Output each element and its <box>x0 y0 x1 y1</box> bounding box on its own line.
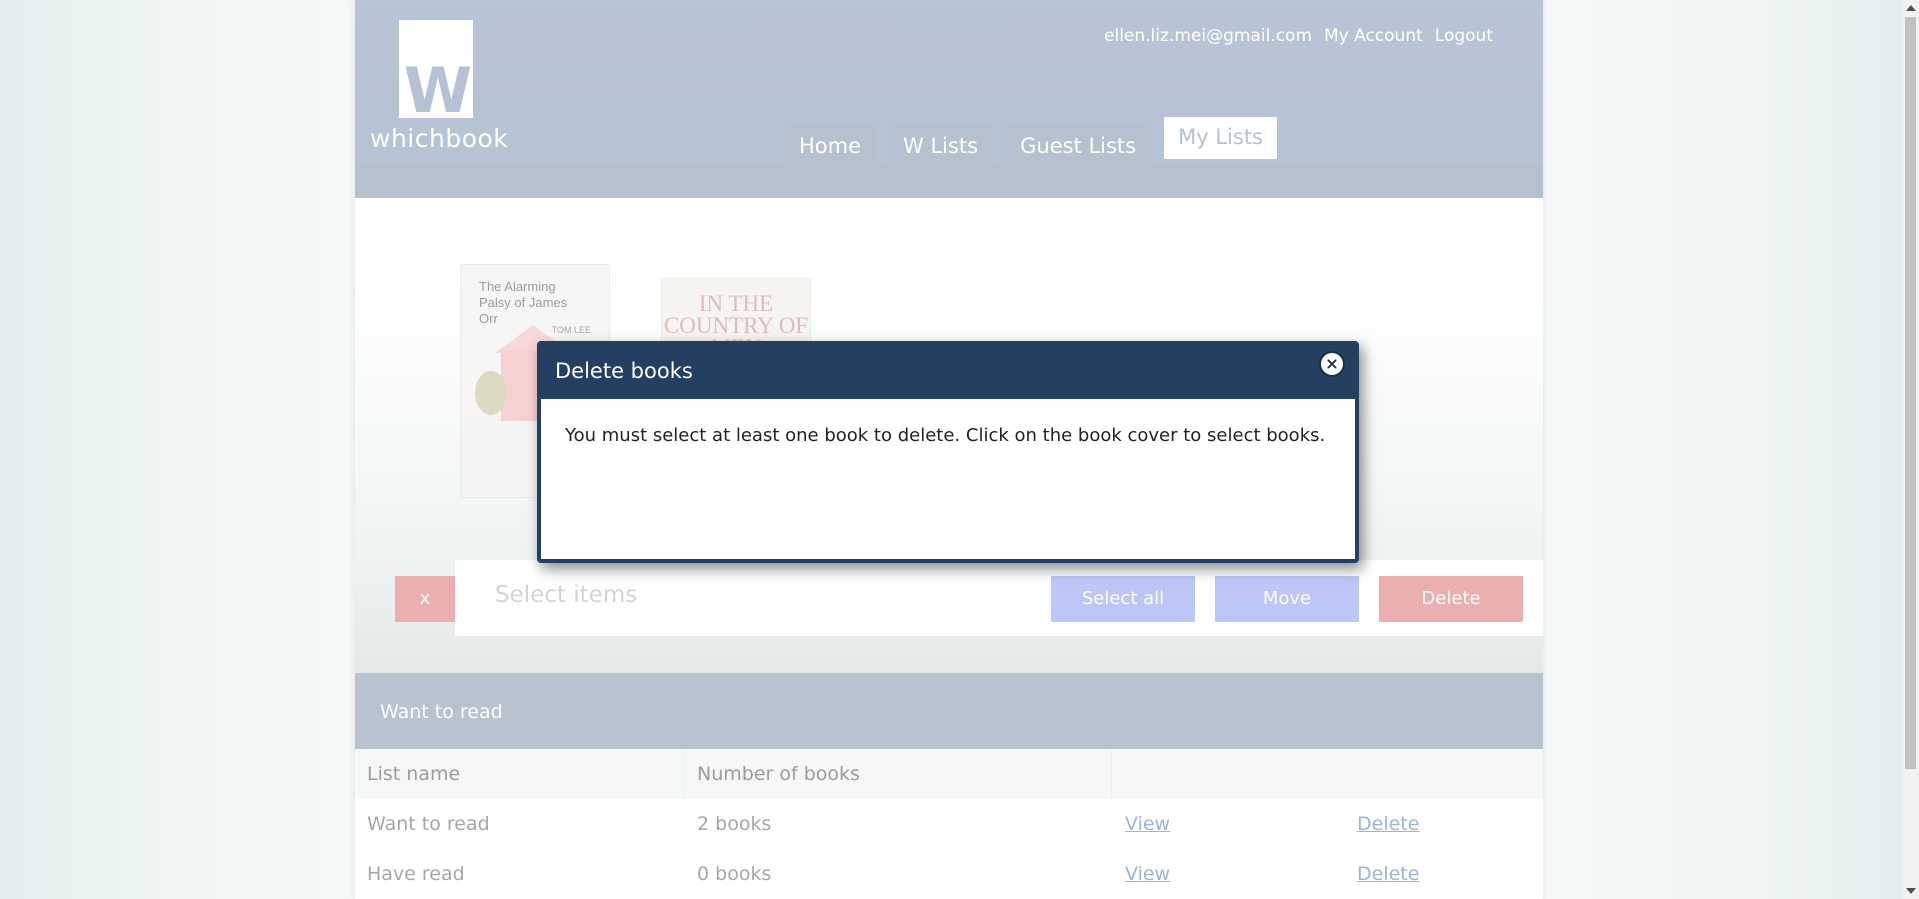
dialog-body: You must select at least one book to del… <box>541 399 1355 559</box>
dialog-title: Delete books <box>555 359 693 383</box>
page-scrollbar[interactable] <box>1902 0 1919 899</box>
scrollbar-thumb[interactable] <box>1905 17 1916 769</box>
close-circle-icon[interactable]: × <box>1319 351 1345 377</box>
scroll-up-arrow-icon[interactable] <box>1906 5 1916 11</box>
delete-books-dialog: Delete books × You must select at least … <box>537 341 1359 563</box>
scroll-down-arrow-icon[interactable] <box>1906 888 1916 894</box>
dialog-message: You must select at least one book to del… <box>565 425 1326 446</box>
